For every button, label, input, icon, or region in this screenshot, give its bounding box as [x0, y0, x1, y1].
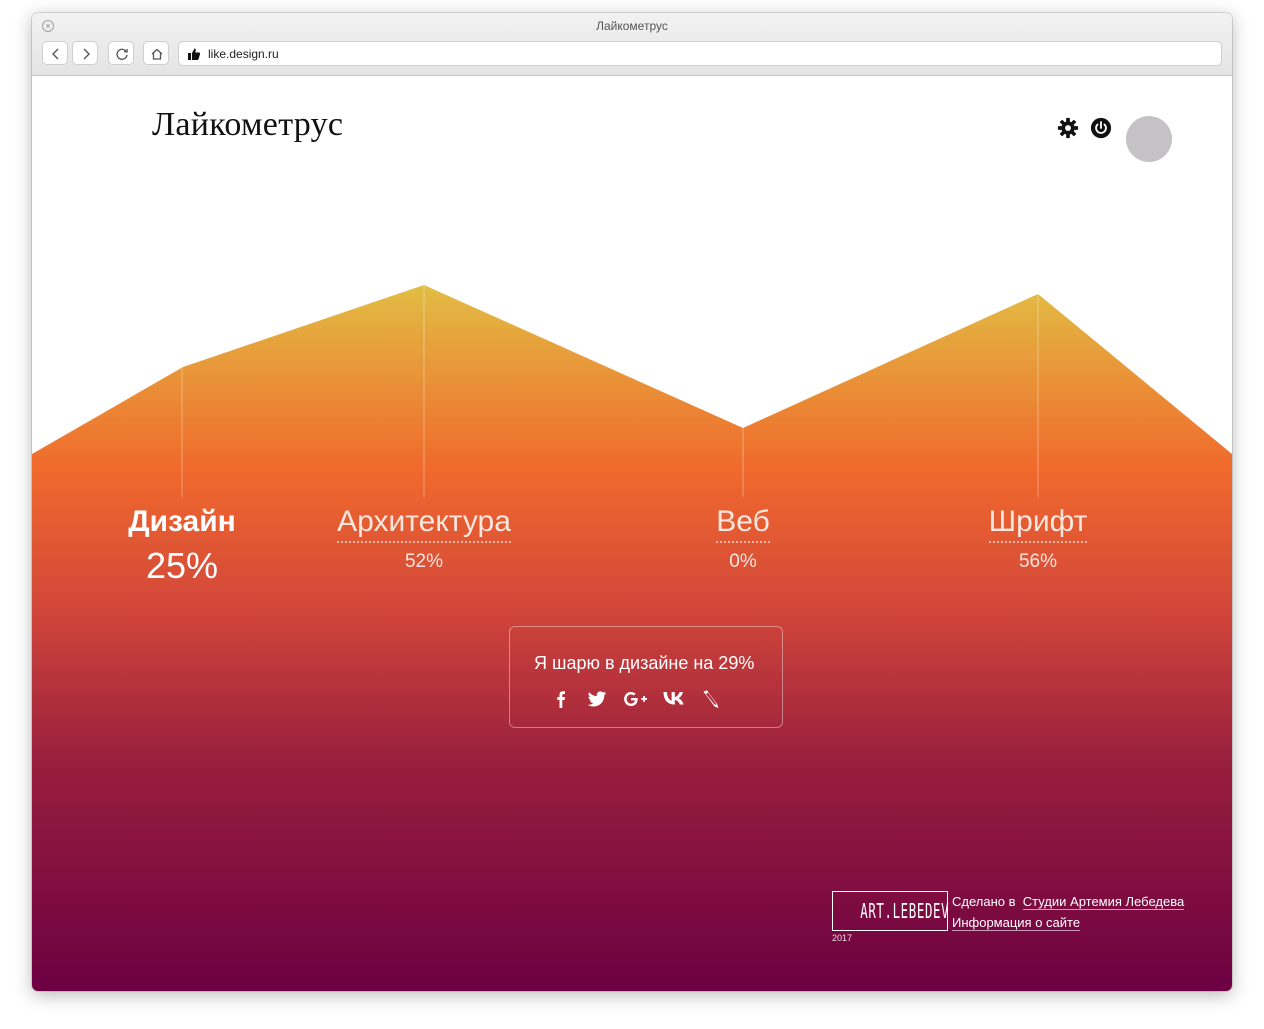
home-icon [151, 48, 163, 60]
window-title: Лайкометрус [596, 19, 668, 33]
reload-icon [116, 48, 128, 60]
category-percent: 0% [729, 551, 757, 572]
category-percent: 52% [404, 551, 444, 572]
power-icon[interactable] [1090, 117, 1112, 139]
logo-text: ART.LEBEDEV [860, 899, 950, 923]
category-architecture[interactable]: Архитектура 52% [314, 504, 534, 573]
forward-button[interactable] [72, 41, 98, 65]
google-plus-icon[interactable] [623, 689, 647, 709]
about-line: Информация о сайте [952, 912, 1184, 933]
page-content: Лайкометрус Дизайн 25% Архитектура 52% В… [32, 76, 1232, 991]
vk-icon[interactable] [662, 689, 684, 709]
category-name: Архитектура [337, 504, 511, 543]
twitter-icon[interactable] [586, 689, 608, 709]
facebook-icon[interactable] [550, 689, 572, 709]
category-percent: 25% [145, 545, 219, 586]
livejournal-icon[interactable] [700, 689, 722, 709]
footer-credits: Сделано в Студии Артемия Лебедева Информ… [952, 891, 1185, 933]
chevron-right-icon [83, 48, 90, 60]
back-button[interactable] [42, 41, 68, 65]
browser-toolbar: × Лайкометрус like.design.ru [32, 13, 1232, 76]
address-bar[interactable]: like.design.ru [178, 41, 1222, 66]
category-percent: 56% [1018, 551, 1058, 572]
home-button[interactable] [143, 41, 169, 65]
thumbs-up-icon [188, 48, 201, 60]
share-box: Я шарю в дизайне на 29% [509, 626, 783, 728]
made-by-line: Сделано в Студии Артемия Лебедева [952, 891, 1185, 912]
studio-link[interactable]: Студии Артемия Лебедева [1022, 894, 1185, 910]
gear-icon[interactable] [1057, 117, 1079, 139]
category-name: Шрифт [988, 504, 1088, 543]
category-font[interactable]: Шрифт 56% [958, 504, 1118, 573]
category-web[interactable]: Веб 0% [673, 504, 813, 573]
made-by-prefix: Сделано в [952, 894, 1016, 909]
category-name: Дизайн [128, 505, 236, 538]
share-text: Я шарю в дизайне на 29% [534, 653, 755, 673]
logo-year: 2017 [832, 933, 853, 943]
about-link[interactable]: Информация о сайте [952, 915, 1081, 931]
brand-title[interactable]: Лайкометрус [152, 106, 343, 144]
art-lebedev-logo[interactable]: ART.LEBEDEV [832, 891, 950, 931]
category-design[interactable]: Дизайн 25% [97, 504, 267, 587]
avatar[interactable] [1126, 116, 1172, 162]
browser-window: × Лайкометрус like.design.ru Лайкометрус… [32, 13, 1232, 991]
url-text: like.design.ru [208, 47, 279, 61]
category-name: Веб [716, 504, 770, 543]
reload-button[interactable] [108, 41, 134, 65]
chevron-left-icon [52, 48, 59, 60]
